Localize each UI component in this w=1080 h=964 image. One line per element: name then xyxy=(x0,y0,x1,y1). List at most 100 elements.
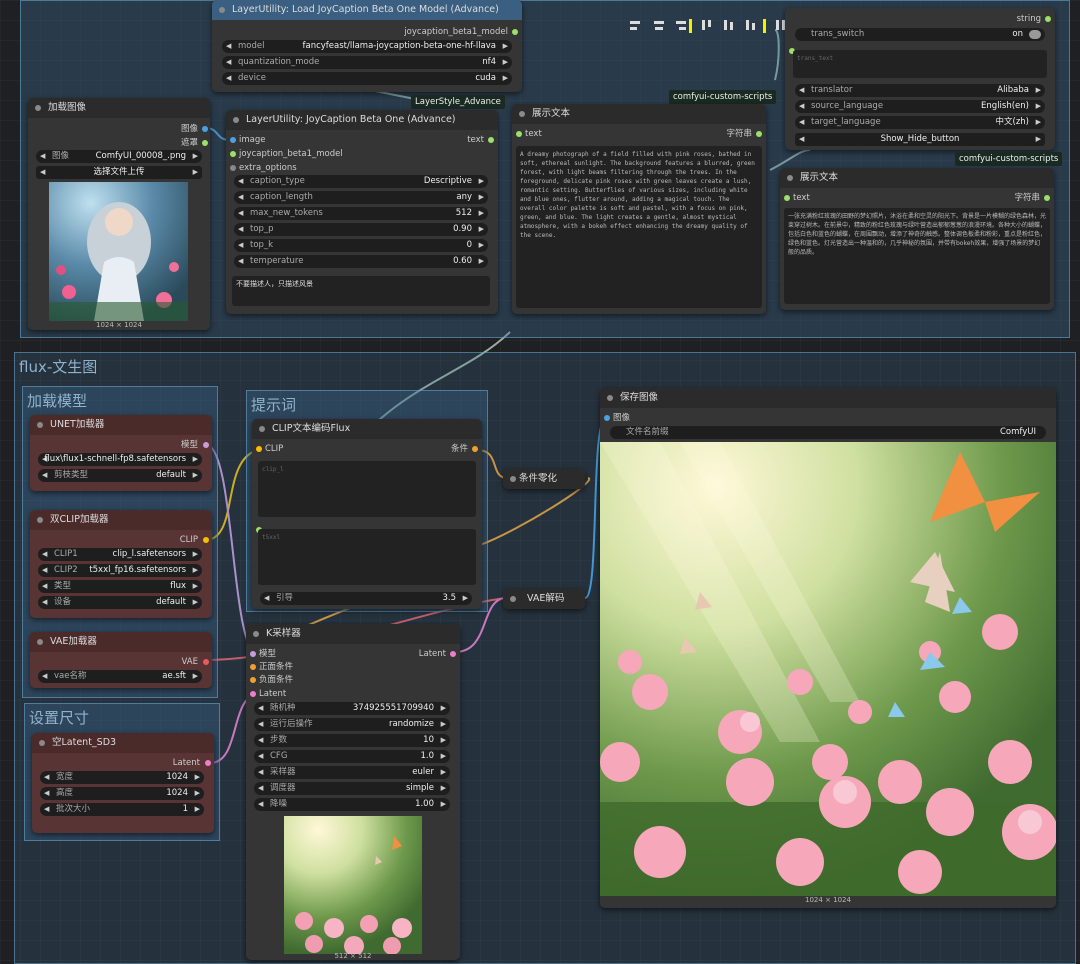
output-clip-dot[interactable] xyxy=(203,537,209,543)
input-clip: CLIP xyxy=(265,444,284,454)
widget-steps[interactable]: 步数10 xyxy=(254,734,450,747)
badge-layerstyle: LayerStyle_Advance xyxy=(411,95,505,109)
input-latent-dot[interactable] xyxy=(250,691,256,697)
widget-temperature[interactable]: temperature0.60 xyxy=(234,255,488,268)
badge-custom-scripts-2: comfyui-custom-scripts xyxy=(955,152,1063,166)
widget-max-new-tokens[interactable]: max_new_tokens512 xyxy=(234,207,488,220)
widget-unet-name[interactable]: flux\flux1-schnell-fp8.safetensors xyxy=(38,453,202,466)
preview-image-girl xyxy=(49,182,188,321)
widget-top-p[interactable]: top_p0.90 xyxy=(234,223,488,236)
widget-cfg[interactable]: CFG1.0 xyxy=(254,750,450,763)
output-image: 图像 xyxy=(180,124,198,134)
node-empty-latent[interactable]: 空Latent_SD3 Latent 宽度1024 高度1024 批次大小1 xyxy=(32,733,214,833)
output-vae-dot[interactable] xyxy=(203,659,209,665)
widget-caption-length[interactable]: caption_lengthany xyxy=(234,191,488,204)
node-vae-loader[interactable]: VAE加载器 VAE vae名称ae.sft xyxy=(30,632,212,688)
prompt-textarea[interactable]: 不要描述人，只描述风景 xyxy=(232,276,490,306)
node-title: 加载图像 xyxy=(28,98,210,118)
output-string: 字符串 xyxy=(1014,193,1040,203)
toggle-trans-switch[interactable]: trans_switch on xyxy=(795,28,1045,41)
widget-control-after[interactable]: 运行后操作randomize xyxy=(254,718,450,731)
widget-model[interactable]: modelfancyfeast/llama-joycaption-beta-on… xyxy=(222,40,512,53)
preview-size-label: 512 × 512 xyxy=(334,952,372,960)
output-dot[interactable] xyxy=(1045,16,1051,22)
node-unet-loader[interactable]: UNET加载器 模型 flux\flux1-schnell-fp8.safete… xyxy=(30,415,212,491)
input-model: joycaption_beta1_model xyxy=(239,149,343,159)
widget-filename-prefix[interactable]: 文件名前缀 ComfyUI xyxy=(610,426,1046,439)
widget-device[interactable]: devicecuda xyxy=(222,72,512,85)
widget-sampler[interactable]: 采样器euler xyxy=(254,766,450,779)
input-image-dot[interactable] xyxy=(230,137,236,143)
node-clip-text-encode-flux[interactable]: CLIP文本编码Flux CLIP 条件 clip_l t5xxl 引导3.5 xyxy=(252,419,482,609)
widget-source-language[interactable]: source_languageEnglish(en) xyxy=(795,100,1045,113)
show-hide-button[interactable]: Show_Hide_button xyxy=(795,133,1045,146)
widget-device[interactable]: 设备default xyxy=(38,596,202,609)
output-string-dot[interactable] xyxy=(756,131,762,137)
input-text-dot[interactable] xyxy=(516,131,522,137)
node-joycaption[interactable]: LayerUtility: JoyCaption Beta One (Advan… xyxy=(226,110,498,314)
widget-clip2[interactable]: CLIP2t5xxl_fp16.safetensors xyxy=(38,564,202,577)
input-negative-dot[interactable] xyxy=(250,677,256,683)
input-text-dot[interactable] xyxy=(784,195,790,201)
output-conditioning: 条件 xyxy=(450,444,468,454)
output-latent-dot[interactable] xyxy=(205,760,211,766)
output-string: string xyxy=(1016,14,1041,24)
widget-image-file[interactable]: 图像ComfyUI_00008_.png xyxy=(36,150,202,163)
input-model-dot[interactable] xyxy=(250,651,256,657)
output-mask-dot[interactable] xyxy=(202,140,208,146)
t5xxl-textarea[interactable]: t5xxl xyxy=(258,529,476,585)
group-title: flux-文生图 xyxy=(19,358,98,376)
input-extra-options: extra_options xyxy=(239,163,297,173)
widget-quantization[interactable]: quantization_modenf4 xyxy=(222,56,512,69)
input-text: text xyxy=(793,193,810,203)
input-extra-dot[interactable] xyxy=(230,165,236,171)
widget-denoise[interactable]: 降噪1.00 xyxy=(254,798,450,811)
output-model: joycaption_beta1_model xyxy=(404,27,508,37)
widget-batch-size[interactable]: 批次大小1 xyxy=(40,803,204,816)
trans-text-input[interactable]: trans_text xyxy=(793,50,1047,78)
input-clip-dot[interactable] xyxy=(256,446,262,452)
group-title: 提示词 xyxy=(251,396,297,414)
output-text: text xyxy=(467,135,484,145)
widget-top-k[interactable]: top_k0 xyxy=(234,239,488,252)
input-model-dot[interactable] xyxy=(230,151,236,157)
widget-clip1[interactable]: CLIP1clip_l.safetensors xyxy=(38,548,202,561)
node-dual-clip-loader[interactable]: 双CLIP加载器 CLIP CLIP1clip_l.safetensors CL… xyxy=(30,510,212,618)
widget-scheduler[interactable]: 调度器simple xyxy=(254,782,450,795)
widget-weight-dtype[interactable]: 剪枝类型default xyxy=(38,469,202,482)
node-show-text-1[interactable]: 展示文本 text 字符串 A dreamy photograph of a f… xyxy=(512,104,766,314)
output-dot[interactable] xyxy=(512,29,518,35)
widget-clip-type[interactable]: 类型flux xyxy=(38,580,202,593)
node-title: UNET加载器 xyxy=(30,415,212,435)
node-title: 空Latent_SD3 xyxy=(32,733,214,753)
node-ksampler[interactable]: K采样器 模型 Latent 正面条件 负面条件 Latent 随机种37492… xyxy=(246,624,460,960)
clip-l-textarea[interactable]: clip_l xyxy=(258,461,476,517)
input-image-dot[interactable] xyxy=(604,415,610,421)
node-translate[interactable]: string trans_switchon trans_text transla… xyxy=(785,8,1055,150)
node-show-text-2[interactable]: 展示文本 text 字符串 一张充满粉红玫瑰的田野的梦幻照片，沐浴在柔和空灵的阳… xyxy=(780,168,1054,310)
output-string-dot[interactable] xyxy=(1044,195,1050,201)
output-latent-dot[interactable] xyxy=(450,651,456,657)
upload-button[interactable]: 选择文件上传 xyxy=(36,166,202,179)
output-text-dot[interactable] xyxy=(488,137,494,143)
widget-caption-type[interactable]: caption_typeDescriptive xyxy=(234,175,488,188)
widget-translator[interactable]: translatorAlibaba xyxy=(795,84,1045,97)
output-image-dot[interactable] xyxy=(202,126,208,132)
input-positive-dot[interactable] xyxy=(250,664,256,670)
widget-seed[interactable]: 随机种374925551709940 xyxy=(254,702,450,715)
output-conditioning-dot[interactable] xyxy=(472,446,478,452)
node-save-image[interactable]: 保存图像 图像 文件名前缀 ComfyUI 1024 × 1024 xyxy=(600,388,1056,908)
widget-height[interactable]: 高度1024 xyxy=(40,787,204,800)
image-size-label: 1024 × 1024 xyxy=(96,321,142,329)
node-conditioning-zero[interactable]: 条件零化 xyxy=(503,469,585,489)
node-load-image[interactable]: 加载图像 图像 遮罩 图像ComfyUI_00008_.png 选择文件上传 1… xyxy=(28,98,210,330)
output-model-dot[interactable] xyxy=(203,442,209,448)
widget-guidance[interactable]: 引导3.5 xyxy=(260,592,472,605)
output-latent: Latent xyxy=(172,758,200,768)
widget-target-language[interactable]: target_language中文(zh) xyxy=(795,116,1045,129)
node-load-joycaption-model[interactable]: LayerUtility: Load JoyCaption Beta One M… xyxy=(212,0,522,92)
node-title: 展示文本 xyxy=(780,168,1054,188)
widget-vae-name[interactable]: vae名称ae.sft xyxy=(38,670,202,683)
node-vae-decode[interactable]: VAE解码 xyxy=(503,589,585,609)
widget-width[interactable]: 宽度1024 xyxy=(40,771,204,784)
